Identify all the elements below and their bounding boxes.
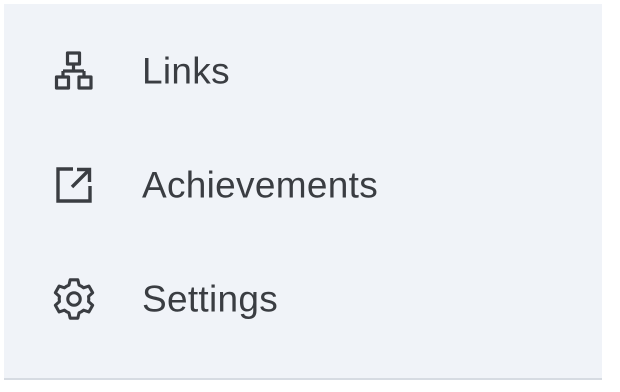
sidebar-item-settings[interactable]: Settings bbox=[4, 249, 602, 349]
gear-icon bbox=[44, 269, 104, 329]
external-link-icon bbox=[44, 155, 104, 215]
sidebar-item-label: Achievements bbox=[142, 164, 378, 206]
sidebar-item-label: Settings bbox=[142, 278, 279, 320]
sidebar-item-label: Links bbox=[142, 50, 230, 92]
sidebar-menu: Links Achievements Settings bbox=[4, 4, 602, 378]
sidebar-item-links[interactable]: Links bbox=[4, 21, 602, 121]
divider bbox=[4, 378, 602, 380]
sitemap-icon bbox=[44, 41, 104, 101]
screenshot-frame: Links Achievements Settings bbox=[0, 0, 620, 392]
sidebar-item-achievements[interactable]: Achievements bbox=[4, 135, 602, 235]
